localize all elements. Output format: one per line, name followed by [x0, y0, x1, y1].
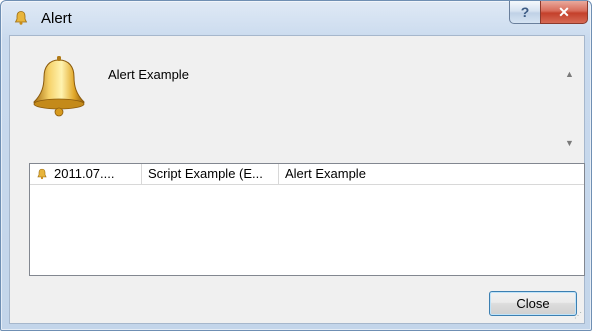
window-close-button[interactable]: ✕	[540, 1, 588, 24]
title-bar[interactable]: Alert ? ✕	[1, 1, 591, 35]
scroll-up-arrow-icon[interactable]: ▲	[561, 65, 578, 82]
bell-icon	[14, 11, 28, 25]
alert-row-message: Alert Example	[285, 166, 366, 181]
bell-icon	[37, 168, 47, 180]
scroll-down-arrow-icon[interactable]: ▼	[561, 134, 578, 151]
help-button[interactable]: ?	[509, 1, 541, 24]
resize-grip-icon[interactable]: ⋰	[572, 311, 582, 321]
close-button[interactable]: Close	[489, 291, 577, 316]
message-scrollbar[interactable]: ▲ ▼	[561, 57, 578, 153]
alert-window: Alert ? ✕ Alert Example ▲ ▼ 2011.07.... …	[0, 0, 592, 331]
dialog-body: Alert Example ▲ ▼ 2011.07.... Script Exa…	[9, 35, 585, 324]
alerts-list[interactable]: 2011.07.... Script Example (E... Alert E…	[29, 163, 585, 276]
window-title: Alert	[41, 10, 72, 27]
list-item[interactable]: 2011.07.... Script Example (E... Alert E…	[30, 164, 584, 185]
message-area: Alert Example ▲ ▼	[100, 57, 578, 153]
alert-time-cell: 2011.07....	[30, 164, 142, 184]
alert-message: Alert Example	[108, 67, 189, 82]
alert-source: Script Example (E...	[142, 164, 279, 184]
alert-time: 2011.07....	[54, 166, 115, 181]
bell-icon	[33, 56, 85, 117]
